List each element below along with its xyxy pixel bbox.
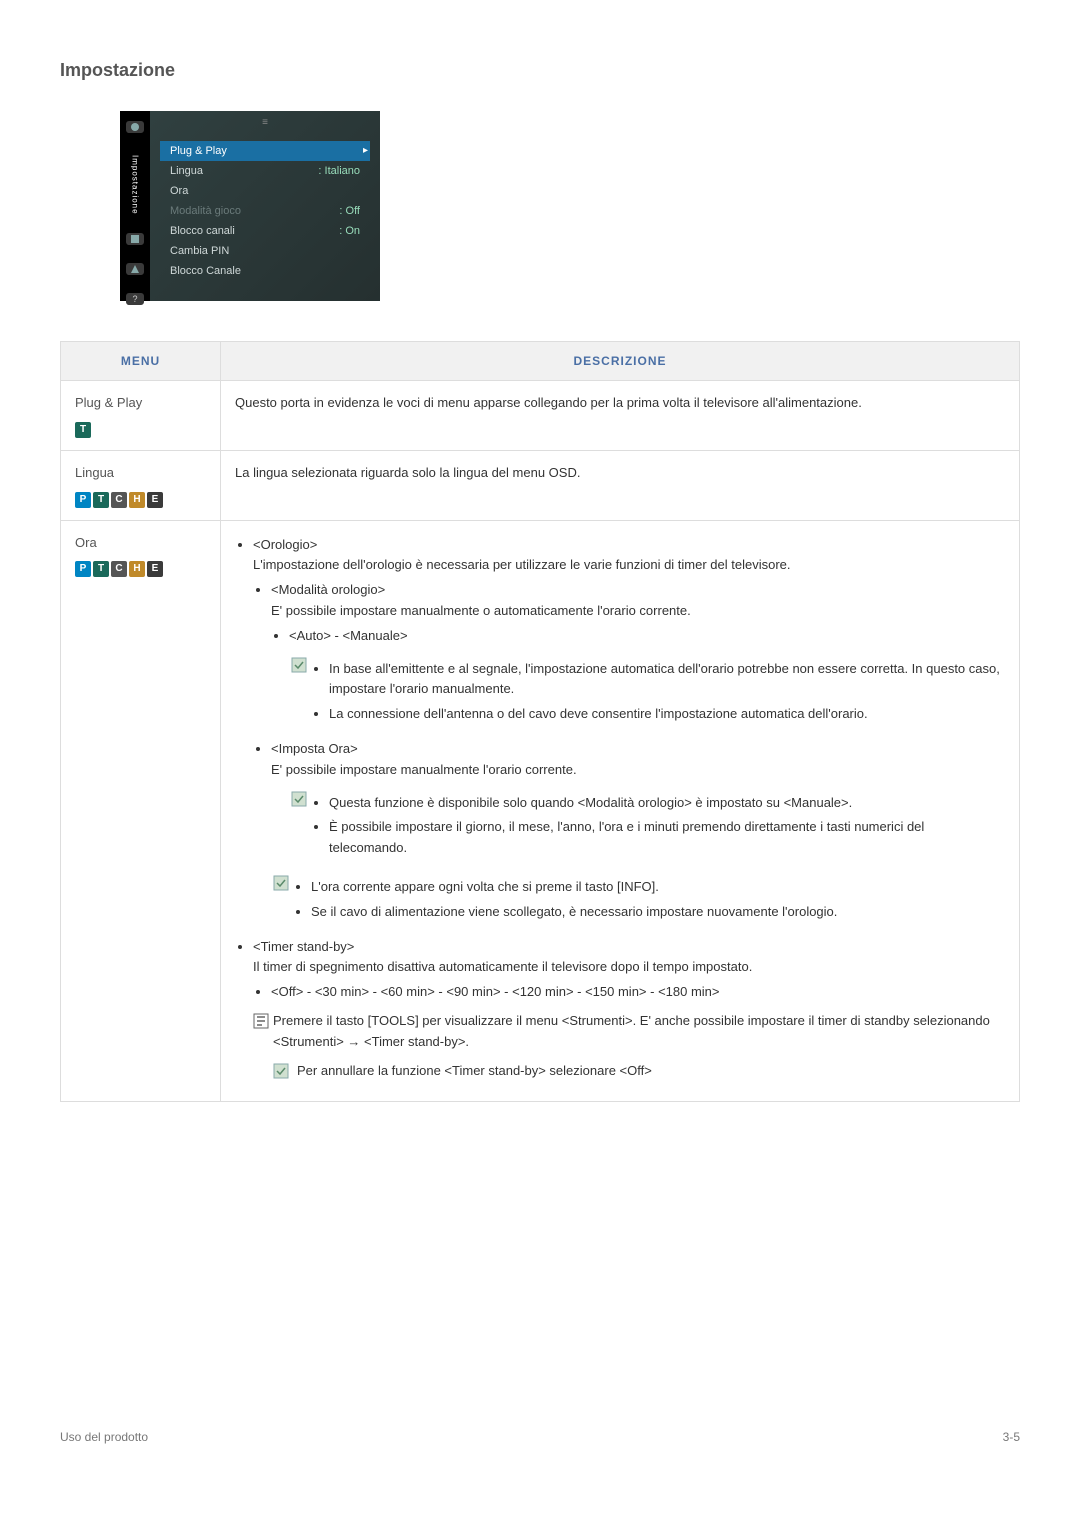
page-footer: Uso del prodotto 3-5 bbox=[60, 1422, 1020, 1444]
desc-text: In base all'emittente e al segnale, l'im… bbox=[329, 659, 1005, 701]
footer-right: 3-5 bbox=[1003, 1430, 1020, 1444]
tv-menu-row: Plug & Play bbox=[160, 141, 370, 161]
note-icon bbox=[291, 657, 307, 673]
source-tag: H bbox=[129, 561, 145, 577]
desc-text: <Imposta Ora> bbox=[271, 739, 1005, 760]
tv-menu-preview: Impostazione ? Plug & PlayLingua: Italia… bbox=[120, 111, 380, 301]
source-tag: H bbox=[129, 492, 145, 508]
svg-text:?: ? bbox=[132, 294, 137, 304]
desc-text: Questo porta in evidenza le voci di menu… bbox=[235, 393, 1005, 414]
note-icon bbox=[273, 1063, 289, 1079]
col-desc: DESCRIZIONE bbox=[221, 342, 1020, 381]
tv-side-label: Impostazione bbox=[131, 155, 140, 215]
desc-text: Questa funzione è disponibile solo quand… bbox=[329, 793, 1005, 814]
tv-menu-list: Plug & PlayLingua: ItalianoOraModalità g… bbox=[150, 111, 380, 301]
desc-text: E' possibile impostare manualmente l'ora… bbox=[271, 760, 1005, 781]
tv-menu-row: Ora bbox=[160, 181, 370, 201]
source-tags: T bbox=[75, 422, 206, 438]
table-row: Lingua PTCHE La lingua selezionata rigua… bbox=[61, 450, 1020, 520]
desc-text: <Modalità orologio> bbox=[271, 580, 1005, 601]
desc-text: La lingua selezionata riguarda solo la l… bbox=[235, 463, 1005, 484]
table-row: Ora PTCHE <Orologio> L'impostazione dell… bbox=[61, 520, 1020, 1102]
tv-menu-row: Lingua: Italiano bbox=[160, 161, 370, 181]
source-tag: T bbox=[93, 492, 109, 508]
desc-text: La connessione dell'antenna o del cavo d… bbox=[329, 704, 1005, 725]
menu-name: Lingua bbox=[75, 463, 206, 484]
tv-sidebar: Impostazione ? bbox=[120, 111, 150, 301]
desc-text: Il timer di spegnimento disattiva automa… bbox=[253, 957, 1005, 978]
tv-menu-row: Blocco canali: On bbox=[160, 221, 370, 241]
tv-menu-row: Modalità gioco: Off bbox=[160, 201, 370, 221]
note-icon bbox=[273, 875, 289, 891]
menu-desc-table: MENU DESCRIZIONE Plug & Play T Questo po… bbox=[60, 341, 1020, 1102]
desc-text: Per annullare la funzione <Timer stand-b… bbox=[297, 1061, 1005, 1082]
footer-left: Uso del prodotto bbox=[60, 1430, 148, 1444]
desc-text: L'impostazione dell'orologio è necessari… bbox=[253, 555, 1005, 576]
source-tag: P bbox=[75, 492, 91, 508]
side-icon-generic bbox=[126, 233, 144, 245]
side-icon-help: ? bbox=[126, 293, 144, 305]
desc-text: È possibile impostare il giorno, il mese… bbox=[329, 817, 1005, 859]
desc-text: <Off> - <30 min> - <60 min> - <90 min> -… bbox=[271, 982, 1005, 1003]
tools-icon bbox=[253, 1013, 269, 1029]
desc-text: E' possibile impostare manualmente o aut… bbox=[271, 601, 1005, 622]
desc-text: Premere il tasto [TOOLS] per visualizzar… bbox=[273, 1011, 1005, 1053]
col-menu: MENU bbox=[61, 342, 221, 381]
source-tag: E bbox=[147, 492, 163, 508]
source-tag: T bbox=[75, 422, 91, 438]
desc-text: Se il cavo di alimentazione viene scolle… bbox=[311, 902, 1005, 923]
table-row: Plug & Play T Questo porta in evidenza l… bbox=[61, 381, 1020, 451]
source-tags: PTCHE bbox=[75, 561, 206, 577]
desc-text: <Timer stand-by> bbox=[253, 937, 1005, 958]
note-icon bbox=[291, 791, 307, 807]
source-tag: C bbox=[111, 492, 127, 508]
source-tag: P bbox=[75, 561, 91, 577]
desc-text: <Auto> - <Manuale> bbox=[289, 626, 1005, 647]
tv-menu-row: Cambia PIN bbox=[160, 241, 370, 261]
source-tag: T bbox=[93, 561, 109, 577]
desc-text: <Orologio> bbox=[253, 535, 1005, 556]
page-title: Impostazione bbox=[60, 60, 1020, 81]
source-tags: PTCHE bbox=[75, 492, 206, 508]
desc-text: L'ora corrente appare ogni volta che si … bbox=[311, 877, 1005, 898]
source-tag: E bbox=[147, 561, 163, 577]
side-icon-generic bbox=[126, 121, 144, 133]
menu-name: Plug & Play bbox=[75, 393, 206, 414]
source-tag: C bbox=[111, 561, 127, 577]
tv-menu-row: Blocco Canale bbox=[160, 261, 370, 281]
menu-name: Ora bbox=[75, 533, 206, 554]
side-icon-generic bbox=[126, 263, 144, 275]
